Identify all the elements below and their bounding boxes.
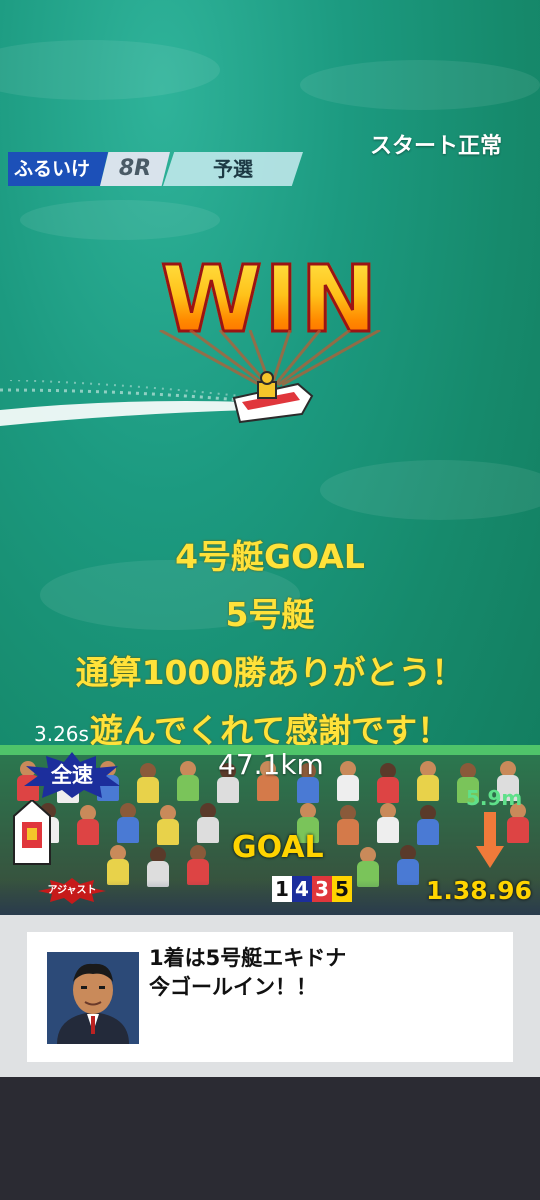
speed-readout: 47.1km	[218, 748, 324, 781]
assist-label: アジャスト	[47, 885, 97, 896]
throttle-label: 全速	[51, 763, 93, 787]
announcer-avatar-icon	[47, 952, 139, 1044]
goal-message: 4号艇GOAL	[175, 537, 365, 576]
water-ripple	[320, 460, 540, 520]
finish-order-boat: 5	[332, 876, 352, 902]
down-arrow-icon	[476, 812, 504, 868]
commentary-line-2: 今ゴールイン！！	[149, 975, 317, 999]
race-type: 予選	[163, 152, 303, 186]
commentary-card: 1着は5号艇エキドナ 今ゴールイン！！	[27, 932, 513, 1062]
water-ripple	[0, 40, 220, 100]
finish-order-boat: 4	[292, 876, 312, 902]
race-number: 8R	[100, 152, 170, 186]
finish-order-boat: 1	[272, 876, 292, 902]
finish-order-boat: 3	[312, 876, 332, 902]
venue-label: ふるいけ	[8, 152, 108, 186]
water-ripple	[300, 60, 540, 110]
bottom-bar	[0, 1077, 540, 1200]
race-timer: 3.26s	[34, 722, 89, 746]
goal-label: GOAL	[232, 830, 324, 865]
boat-icon	[232, 371, 314, 424]
race-header: ふるいけ 8R 予選	[8, 152, 303, 186]
race-time: 1.38.96	[426, 876, 532, 905]
commentary-text: 1着は5号艇エキドナ 今ゴールイン！！	[149, 944, 346, 1002]
player-boat-icon	[13, 800, 51, 865]
commentary-line-1: 1着は5号艇エキドナ	[149, 946, 347, 970]
start-status: スタート正常	[369, 134, 502, 159]
boat-message: 5号艇	[225, 595, 315, 634]
distance-to-goal: 5.9m	[466, 786, 523, 810]
water-ripple	[20, 200, 220, 240]
thanks-message: 通算1000勝ありがとう！	[75, 653, 465, 692]
